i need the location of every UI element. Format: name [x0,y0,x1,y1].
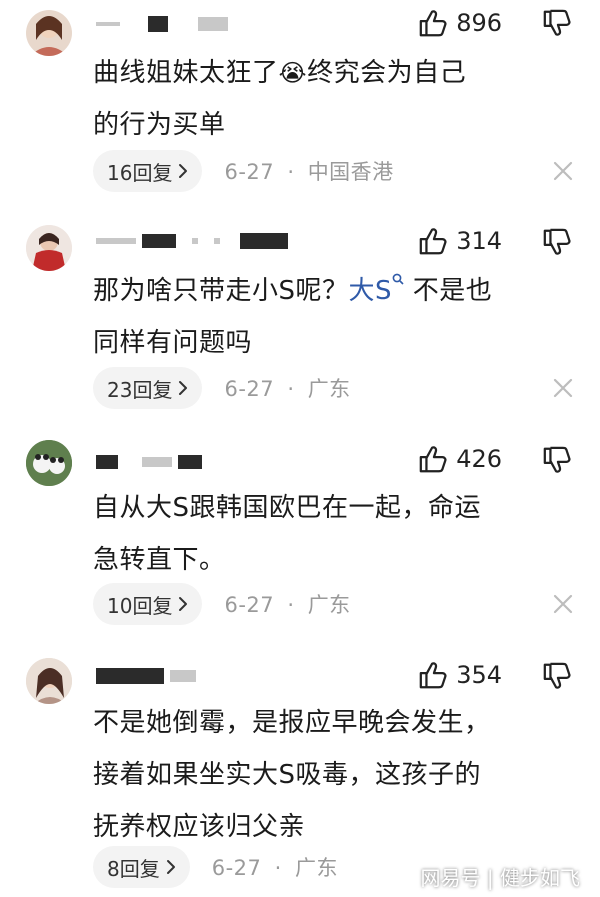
thumbs-up-icon [418,660,448,690]
close-icon[interactable] [552,377,574,399]
watermark: 网易号 | 健步如飞 [420,866,580,890]
crying-emoji: 😭 [278,59,308,87]
like-count: 314 [456,227,502,255]
username-redacted[interactable] [96,231,288,251]
close-icon[interactable] [552,593,574,615]
like-button[interactable]: 314 [418,226,502,256]
like-count: 354 [456,661,502,689]
reply-button[interactable]: 8回复 [93,846,190,888]
like-count: 426 [456,445,502,473]
thumbs-up-icon [418,8,448,38]
chevron-right-icon [178,380,188,396]
close-icon[interactable] [552,160,574,182]
username-redacted[interactable] [96,666,196,686]
reply-button[interactable]: 23回复 [93,367,203,409]
comment-text: 曲线姐妹太狂了😭终究会为自己 的行为买单 [93,58,467,140]
reply-button[interactable]: 16回复 [93,150,203,192]
thumbs-down-icon[interactable] [540,227,574,257]
comment-text: 那为啥只带走小S呢？大S 不是也 同样有问题吗 [93,265,573,369]
username-redacted[interactable] [96,14,228,34]
like-count: 896 [456,9,502,37]
username-redacted[interactable] [96,452,202,472]
chevron-right-icon [178,163,188,179]
comment-date: 6-27 [211,856,262,880]
like-button[interactable]: 354 [418,660,502,690]
avatar[interactable] [26,10,72,56]
like-button[interactable]: 896 [418,8,502,38]
search-icon [392,273,404,285]
person-tag-link[interactable]: 大S [349,273,405,306]
comment-location: 广东 [307,377,351,401]
comment-meta: 23回复 6-27 · 广东 [93,367,351,409]
comment-date: 6-27 [224,377,275,401]
chevron-right-icon [178,596,188,612]
thumbs-down-icon[interactable] [540,661,574,691]
thumbs-up-icon [418,226,448,256]
comment-date: 6-27 [224,160,275,184]
comment-location: 广东 [294,856,338,880]
reply-button[interactable]: 10回复 [93,583,203,625]
comment-location: 中国香港 [307,160,394,184]
avatar[interactable] [26,658,72,704]
comment-date: 6-27 [224,593,275,617]
comment-meta: 8回复 6-27 · 广东 [93,846,338,888]
avatar[interactable] [26,440,72,486]
comment-meta: 16回复 6-27 · 中国香港 [93,150,394,192]
comment-location: 广东 [307,593,351,617]
comment-text: 自从大S跟韩国欧巴在一起，命运 急转直下。 [93,493,482,575]
avatar[interactable] [26,225,72,271]
like-button[interactable]: 426 [418,444,502,474]
thumbs-up-icon [418,444,448,474]
chevron-right-icon [166,859,176,875]
thumbs-down-icon[interactable] [540,8,574,38]
comment-meta: 10回复 6-27 · 广东 [93,583,351,625]
comment-text: 不是她倒霉，是报应早晚会发生， 接着如果坐实大S吸毒，这孩子的 抚养权应该归父亲 [93,708,491,842]
thumbs-down-icon[interactable] [540,445,574,475]
